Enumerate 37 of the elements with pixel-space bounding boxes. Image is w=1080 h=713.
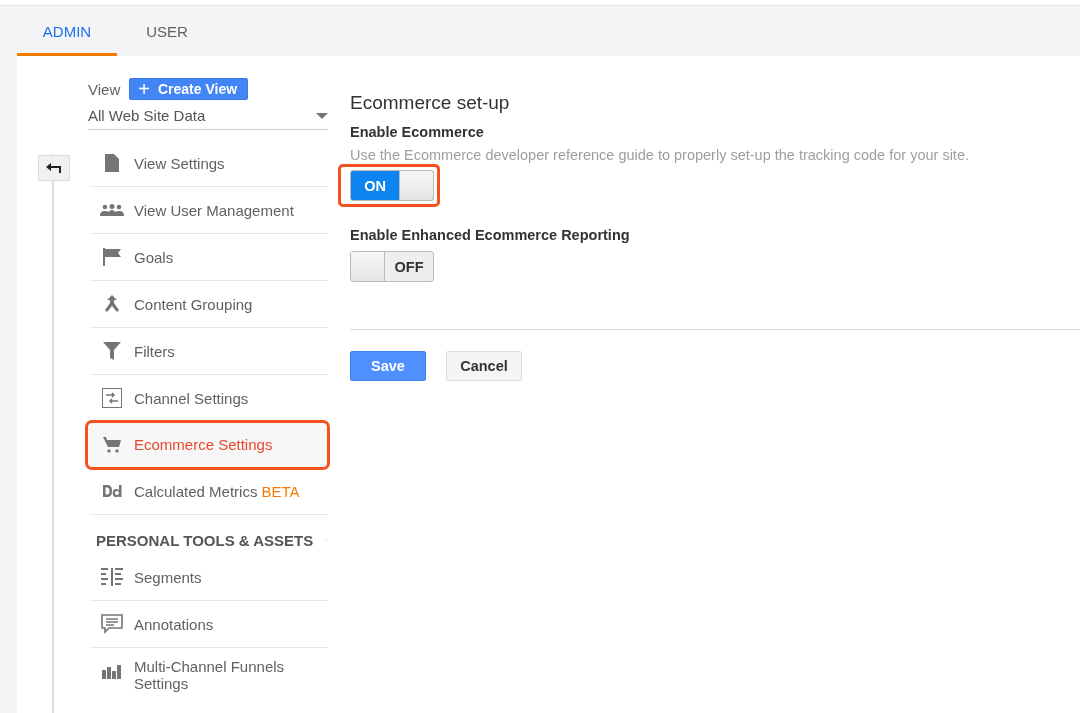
filter-icon [103, 342, 121, 360]
back-button[interactable] [38, 155, 70, 181]
cancel-button[interactable]: Cancel [446, 351, 522, 381]
section-heading: PERSONAL TOOLS & ASSETS [96, 532, 314, 549]
back-arrow-icon [46, 163, 62, 173]
nav-item[interactable]: View Settings [90, 140, 328, 187]
caret-icon [316, 112, 328, 119]
nav-item[interactable]: Content Grouping [90, 281, 328, 328]
toggle-switch[interactable]: ON [350, 170, 434, 201]
comment-icon [101, 614, 123, 634]
sliders-icon [102, 388, 122, 408]
view-dropdown[interactable]: All Web Site Data [88, 101, 328, 130]
nav-item[interactable]: View User Management [90, 187, 328, 234]
people-icon [100, 204, 124, 216]
create-view-button[interactable]: + Create View [129, 78, 249, 100]
merge-arrow-icon [104, 295, 120, 313]
setting-label: Enable Enhanced Ecommerce Reporting [350, 227, 631, 243]
nav-item[interactable]: Ecommerce Settings [87, 422, 328, 468]
beta-tag: BETA [261, 482, 300, 500]
flag-icon [103, 248, 121, 266]
bar-chart-icon [102, 663, 122, 679]
document-icon [105, 154, 119, 172]
nav-item[interactable]: Filters [90, 328, 328, 375]
nav-item[interactable]: Segments [90, 554, 328, 601]
nav-item[interactable]: Calculated Metrics BETA [90, 468, 328, 515]
nav-item[interactable]: Goals [90, 234, 328, 281]
cart-icon [103, 436, 121, 453]
calculated-metric-icon [102, 485, 122, 497]
view-label: View [88, 80, 121, 98]
tab[interactable]: USER [117, 6, 217, 56]
nav-item[interactable]: Multi-Channel Funnels Settings [90, 648, 328, 692]
setting-label: Enable Ecommerce [350, 124, 485, 140]
toggle-switch[interactable]: OFF [350, 251, 434, 282]
setting-description: Use the Ecommerce developer reference guide to properly set-up the tracking code for your site. [350, 147, 970, 163]
nav-item[interactable]: Annotations [90, 601, 328, 648]
segments-icon [101, 568, 123, 586]
page-title: Ecommerce set-up [350, 92, 511, 114]
